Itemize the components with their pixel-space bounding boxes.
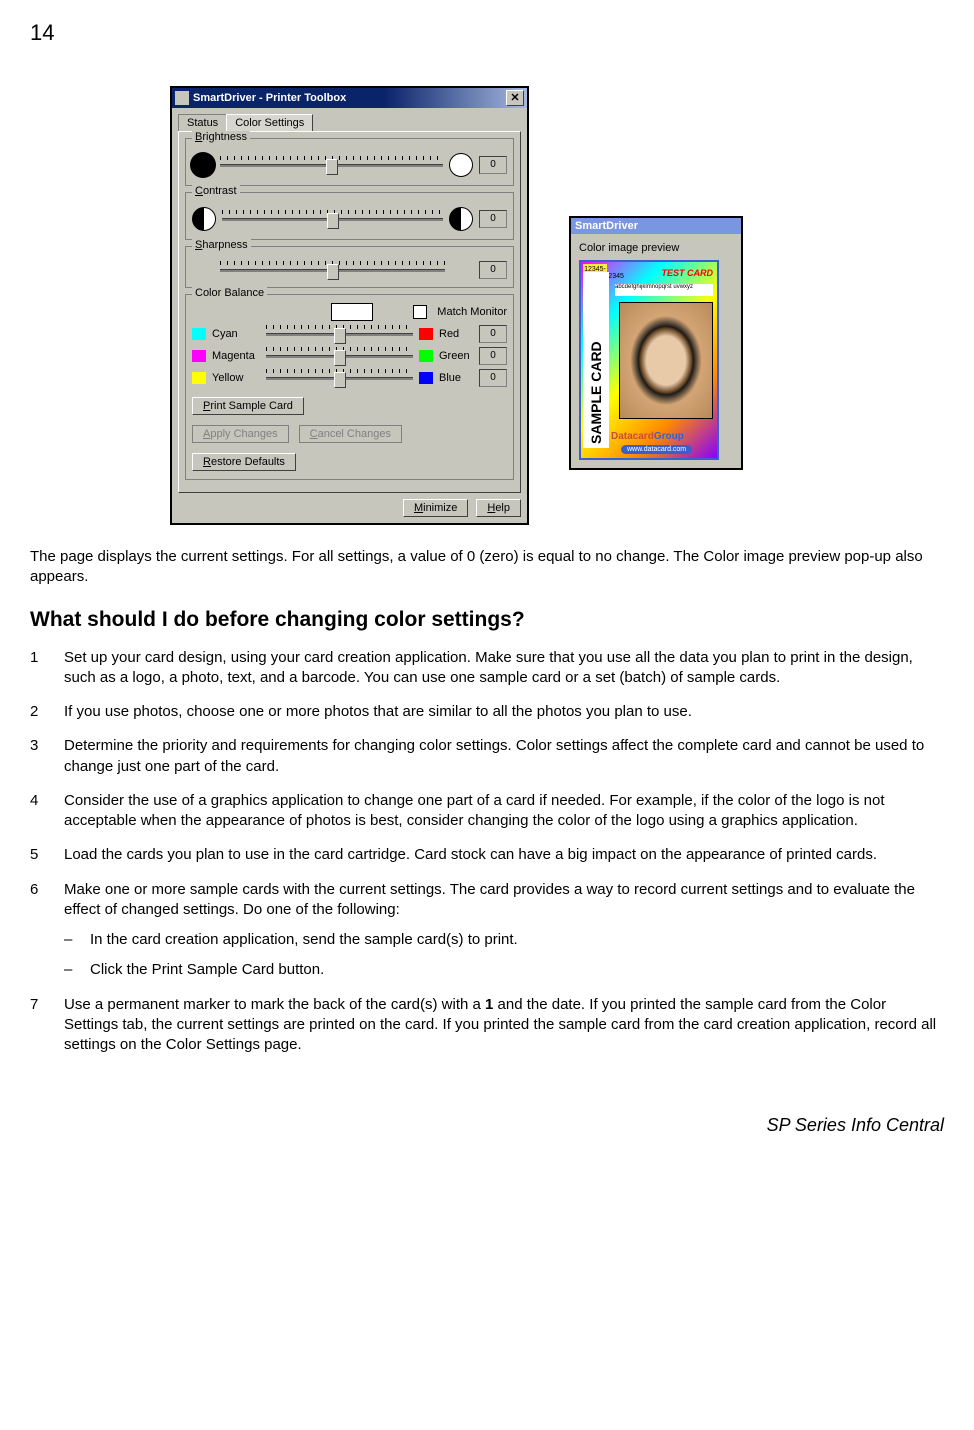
minimize-button[interactable]: Minimize [403, 499, 468, 517]
balance-preview [331, 303, 373, 321]
swatch-cyan [192, 328, 206, 340]
red-label: Red [439, 328, 473, 340]
swatch-green [419, 350, 433, 362]
contrast-label: Contrast [192, 185, 240, 197]
footer: SP Series Info Central [30, 1115, 944, 1136]
preview-window: SmartDriver Color image preview 12345- 1… [569, 216, 743, 470]
cyan-red-slider[interactable] [266, 325, 413, 343]
contrast-slider[interactable] [222, 210, 443, 228]
card-url: www.datacard.com [621, 445, 692, 454]
page-number: 14 [30, 20, 944, 46]
blue-label: Blue [439, 372, 473, 384]
brightness-value: 0 [479, 156, 507, 174]
apply-changes-button[interactable]: Apply Changes [192, 425, 289, 443]
step-6-sublist: In the card creation application, send t… [64, 930, 944, 981]
tab-bar: Status Color Settings [178, 114, 521, 131]
card-brand: DatacardGroup [611, 431, 684, 442]
card-strip: abcdefghijklmnopqrst uvwxyz [615, 284, 713, 296]
step-2: If you use photos, choose one or more ph… [30, 702, 944, 722]
cyan-label: Cyan [212, 328, 260, 340]
green-label: Green [439, 350, 473, 362]
sharpness-label: Sharpness [192, 239, 251, 251]
match-monitor-checkbox[interactable] [413, 305, 427, 319]
group-contrast: Contrast 0 [185, 192, 514, 240]
contrast-value: 0 [479, 210, 507, 228]
tab-status[interactable]: Status [178, 114, 227, 131]
magenta-green-slider[interactable] [266, 347, 413, 365]
step-7: Use a permanent marker to mark the back … [30, 995, 944, 1056]
print-sample-button[interactable]: Print Sample Card [192, 397, 304, 415]
window-title: SmartDriver - Printer Toolbox [193, 92, 346, 104]
match-monitor-label: Match Monitor [437, 306, 507, 318]
restore-defaults-button[interactable]: Restore Defaults [192, 453, 296, 471]
tab-color-settings[interactable]: Color Settings [226, 114, 313, 131]
toolbox-window: SmartDriver - Printer Toolbox ✕ Status C… [170, 86, 529, 525]
step-5: Load the cards you plan to use in the ca… [30, 845, 944, 865]
step-6: Make one or more sample cards with the c… [30, 880, 944, 981]
brightness-label: Brightness [192, 131, 250, 143]
yellow-blue-value: 0 [479, 369, 507, 387]
steps-list: Set up your card design, using your card… [30, 648, 944, 1056]
card-side-text: SAMPLE CARD [583, 272, 609, 448]
sample-card: 12345- 12345/12345 SAMPLE CARD TEST CARD… [579, 260, 719, 460]
cancel-changes-button[interactable]: Cancel Changes [299, 425, 402, 443]
magenta-label: Magenta [212, 350, 260, 362]
app-icon [175, 91, 189, 105]
titlebar: SmartDriver - Printer Toolbox ✕ [172, 88, 527, 108]
intro-paragraph: The page displays the current settings. … [30, 547, 944, 588]
contrast-low-icon [192, 207, 216, 231]
card-photo [619, 302, 713, 419]
section-heading: What should I do before changing color s… [30, 608, 944, 632]
brightness-slider[interactable] [220, 156, 443, 174]
swatch-red [419, 328, 433, 340]
close-button[interactable]: ✕ [506, 90, 524, 106]
step-1: Set up your card design, using your card… [30, 648, 944, 689]
group-brightness: Brightness 0 [185, 138, 514, 186]
yellow-label: Yellow [212, 372, 260, 384]
sun-dark-icon [192, 154, 214, 176]
tab-panel: Brightness 0 Contrast 0 [178, 131, 521, 493]
step-3: Determine the priority and requirements … [30, 736, 944, 777]
group-color-balance: Color Balance Match Monitor Cyan Red [185, 294, 514, 480]
card-test-label: TEST CARD [662, 268, 714, 278]
swatch-blue [419, 372, 433, 384]
cyan-red-value: 0 [479, 325, 507, 343]
swatch-magenta [192, 350, 206, 362]
color-balance-label: Color Balance [192, 287, 267, 299]
screenshots: SmartDriver - Printer Toolbox ✕ Status C… [170, 86, 944, 525]
sun-light-icon [449, 153, 473, 177]
contrast-high-icon [449, 207, 473, 231]
group-sharpness: Sharpness 0 [185, 246, 514, 288]
swatch-yellow [192, 372, 206, 384]
yellow-blue-slider[interactable] [266, 369, 413, 387]
sharpness-value: 0 [479, 261, 507, 279]
preview-label: Color image preview [579, 242, 733, 254]
magenta-green-value: 0 [479, 347, 507, 365]
sharpness-slider[interactable] [220, 261, 445, 279]
step-6b: Click the Print Sample Card button. [64, 960, 944, 980]
step-4: Consider the use of a graphics applicati… [30, 791, 944, 832]
help-button[interactable]: Help [476, 499, 521, 517]
step-6a: In the card creation application, send t… [64, 930, 944, 950]
preview-title: SmartDriver [571, 218, 741, 234]
client-area: Status Color Settings Brightness 0 Contr… [172, 108, 527, 523]
